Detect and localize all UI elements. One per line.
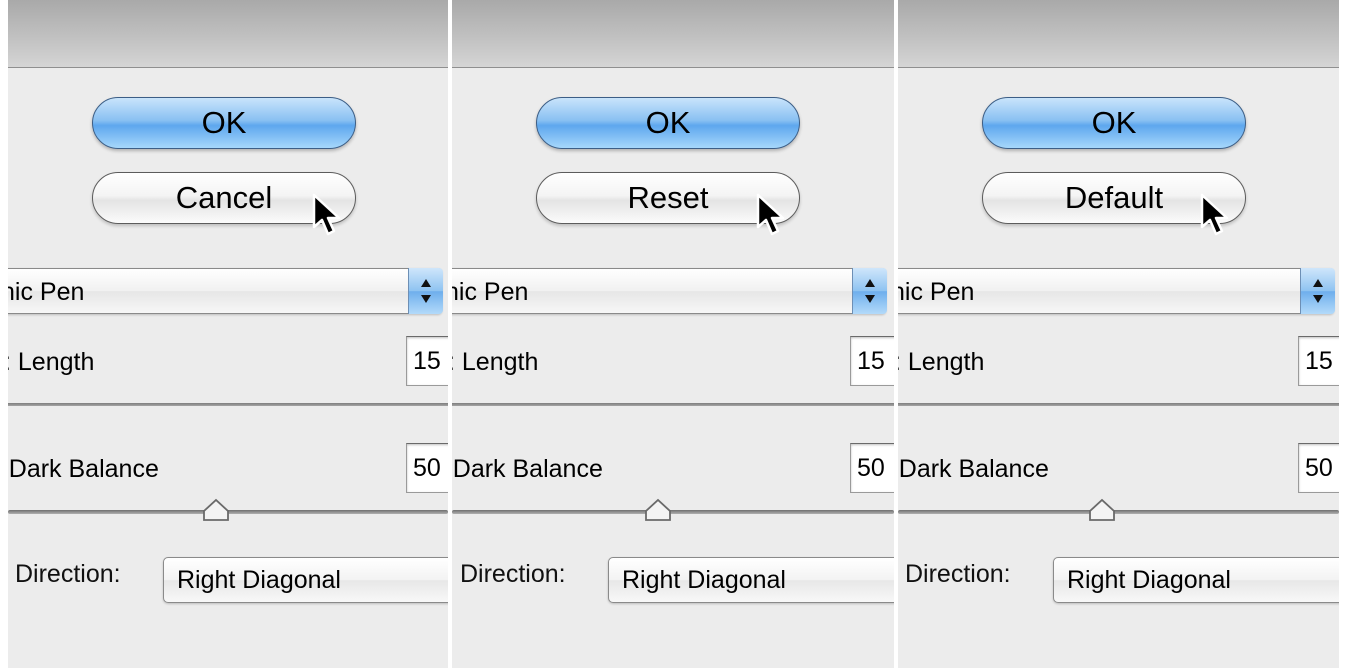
direction-select[interactable]: Right Diagonal <box>608 557 894 603</box>
balance-slider-track[interactable] <box>898 510 1339 514</box>
window-titlebar[interactable] <box>452 0 894 68</box>
stroke-length-input[interactable]: 15 <box>406 336 448 386</box>
window-titlebar[interactable] <box>8 0 448 68</box>
separator <box>452 403 894 406</box>
up-down-arrows-icon[interactable] <box>1300 268 1335 314</box>
direction-select[interactable]: Right Diagonal <box>163 557 448 603</box>
window-titlebar[interactable] <box>898 0 1339 68</box>
mouse-cursor-icon <box>756 193 785 236</box>
ok-button[interactable]: OK <box>982 97 1246 149</box>
dialog-panel-cancel: OK Cancel hic Pen : Length 15 'Dark Bala… <box>8 0 448 668</box>
stroke-length-label: : Length <box>898 348 985 376</box>
stroke-length-input[interactable]: 15 <box>850 336 894 386</box>
ok-button[interactable]: OK <box>536 97 800 149</box>
filter-select[interactable]: hic Pen <box>898 268 1335 314</box>
balance-label: 'Dark Balance <box>898 455 1049 483</box>
dialog-panel-reset: OK Reset hic Pen : Length 15 'Dark Balan… <box>452 0 894 668</box>
filter-select-value: hic Pen <box>8 278 85 306</box>
separator <box>898 403 1339 406</box>
direction-label: Direction: <box>15 560 121 588</box>
stroke-length-input[interactable]: 15 <box>1298 336 1339 386</box>
ok-button[interactable]: OK <box>92 97 356 149</box>
mouse-cursor-icon <box>1200 193 1229 236</box>
mouse-cursor-icon <box>312 193 341 236</box>
filter-select-value: hic Pen <box>898 278 975 306</box>
separator <box>8 403 448 406</box>
up-down-arrows-icon[interactable] <box>852 268 887 314</box>
slider-thumb-icon[interactable] <box>1087 497 1117 523</box>
direction-label: Direction: <box>905 560 1011 588</box>
balance-input[interactable]: 50 <box>406 443 448 493</box>
balance-input[interactable]: 50 <box>1298 443 1339 493</box>
direction-select[interactable]: Right Diagonal <box>1053 557 1339 603</box>
dialog-panel-default: OK Default hic Pen : Length 15 'Dark Bal… <box>898 0 1339 668</box>
stroke-length-label: : Length <box>8 348 95 376</box>
filter-select[interactable]: hic Pen <box>452 268 887 314</box>
filter-select[interactable]: hic Pen <box>8 268 443 314</box>
slider-thumb-icon[interactable] <box>643 497 673 523</box>
up-down-arrows-icon[interactable] <box>408 268 443 314</box>
balance-slider-track[interactable] <box>452 510 894 514</box>
balance-label: 'Dark Balance <box>8 455 159 483</box>
slider-thumb-icon[interactable] <box>201 497 231 523</box>
direction-label: Direction: <box>460 560 566 588</box>
balance-input[interactable]: 50 <box>850 443 894 493</box>
stroke-length-label: : Length <box>452 348 539 376</box>
balance-label: 'Dark Balance <box>452 455 603 483</box>
filter-select-value: hic Pen <box>452 278 529 306</box>
